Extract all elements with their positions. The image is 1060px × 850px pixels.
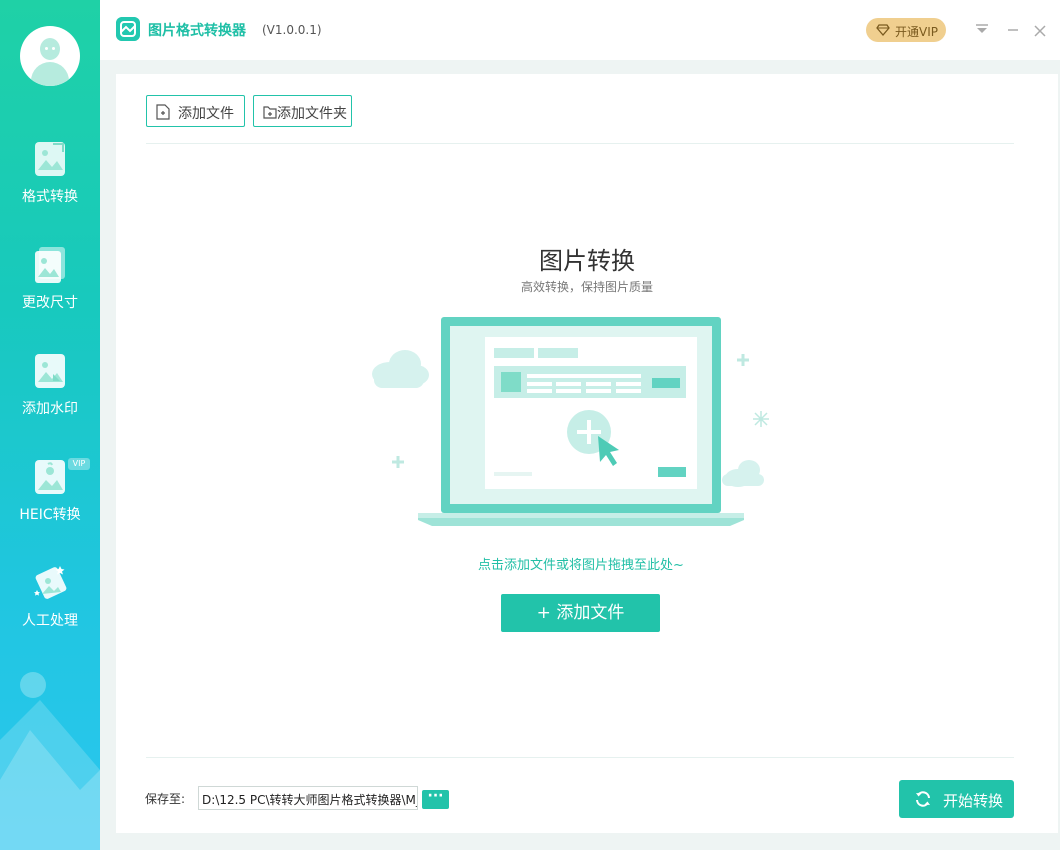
image-convert-icon xyxy=(35,142,65,176)
sidebar-item-manual[interactable]: 人工处理 xyxy=(0,564,100,654)
decorative-mountains xyxy=(0,700,100,850)
add-file-label: 添加文件 xyxy=(178,106,234,122)
vip-label: 开通VIP xyxy=(895,25,938,39)
menu-dropdown-icon[interactable] xyxy=(973,20,991,38)
image-resize-icon xyxy=(35,247,65,283)
title-bar: 图片格式转换器 (V1.0.0.1) 开通VIP xyxy=(100,0,1060,60)
app-title: 图片格式转换器 xyxy=(148,23,246,39)
refresh-icon xyxy=(916,791,930,807)
add-file-icon xyxy=(156,104,170,120)
add-file-button[interactable]: 添加文件 xyxy=(146,95,245,127)
main-panel: 添加文件 添加文件夹 图片转换 高效转换，保持图片质量 点击添加文件或将图片拖拽… xyxy=(116,74,1058,833)
drop-zone-title: 图片转换 xyxy=(539,247,635,275)
sidebar-item-label: 添加水印 xyxy=(22,401,78,417)
laptop-illustration[interactable] xyxy=(360,310,780,540)
open-vip-button[interactable]: 开通VIP xyxy=(866,18,946,42)
sidebar-item-watermark[interactable]: 添加水印 xyxy=(0,352,100,442)
vip-badge: VIP xyxy=(68,458,90,470)
add-file-main-button[interactable]: + 添加文件 xyxy=(501,594,660,632)
close-icon[interactable] xyxy=(1032,23,1050,41)
image-watermark-icon xyxy=(35,354,65,388)
drop-hint: 点击添加文件或将图片拖拽至此处~ xyxy=(478,558,684,573)
start-convert-button[interactable]: 开始转换 xyxy=(899,780,1014,818)
minimize-icon[interactable] xyxy=(1004,20,1022,38)
save-to-label: 保存至: xyxy=(145,792,186,806)
user-avatar[interactable] xyxy=(20,26,80,86)
top-divider xyxy=(146,143,1014,144)
diamond-icon xyxy=(876,24,890,36)
app-version: (V1.0.0.1) xyxy=(262,23,322,37)
sidebar-item-label: HEIC转换 xyxy=(19,507,81,523)
heic-convert-icon xyxy=(35,460,65,494)
sidebar-item-label: 更改尺寸 xyxy=(22,295,78,311)
bottom-divider xyxy=(146,757,1014,758)
browse-folder-button[interactable]: ··· xyxy=(422,789,449,809)
save-path-field[interactable]: D:\12.5 PC\转转大师图片格式转换器\M_ xyxy=(198,786,418,810)
app-logo-icon xyxy=(116,17,140,41)
sidebar-item-format-convert[interactable]: 格式转换 xyxy=(0,140,100,230)
sidebar-item-label: 人工处理 xyxy=(22,613,78,629)
manual-process-icon xyxy=(34,566,67,599)
sidebar-item-label: 格式转换 xyxy=(22,189,78,205)
start-convert-label: 开始转换 xyxy=(943,792,1004,810)
add-folder-label: 添加文件夹 xyxy=(277,106,347,122)
add-folder-button[interactable]: 添加文件夹 xyxy=(253,95,352,127)
drop-zone-subtitle: 高效转换，保持图片质量 xyxy=(520,280,653,294)
sidebar-item-resize[interactable]: 更改尺寸 xyxy=(0,246,100,336)
sidebar-item-heic[interactable]: VIP HEIC转换 xyxy=(0,458,100,548)
add-folder-icon xyxy=(263,106,277,119)
sidebar: 格式转换 更改尺寸 添加水印 VIP HEIC转换 人工处理 xyxy=(0,0,100,850)
